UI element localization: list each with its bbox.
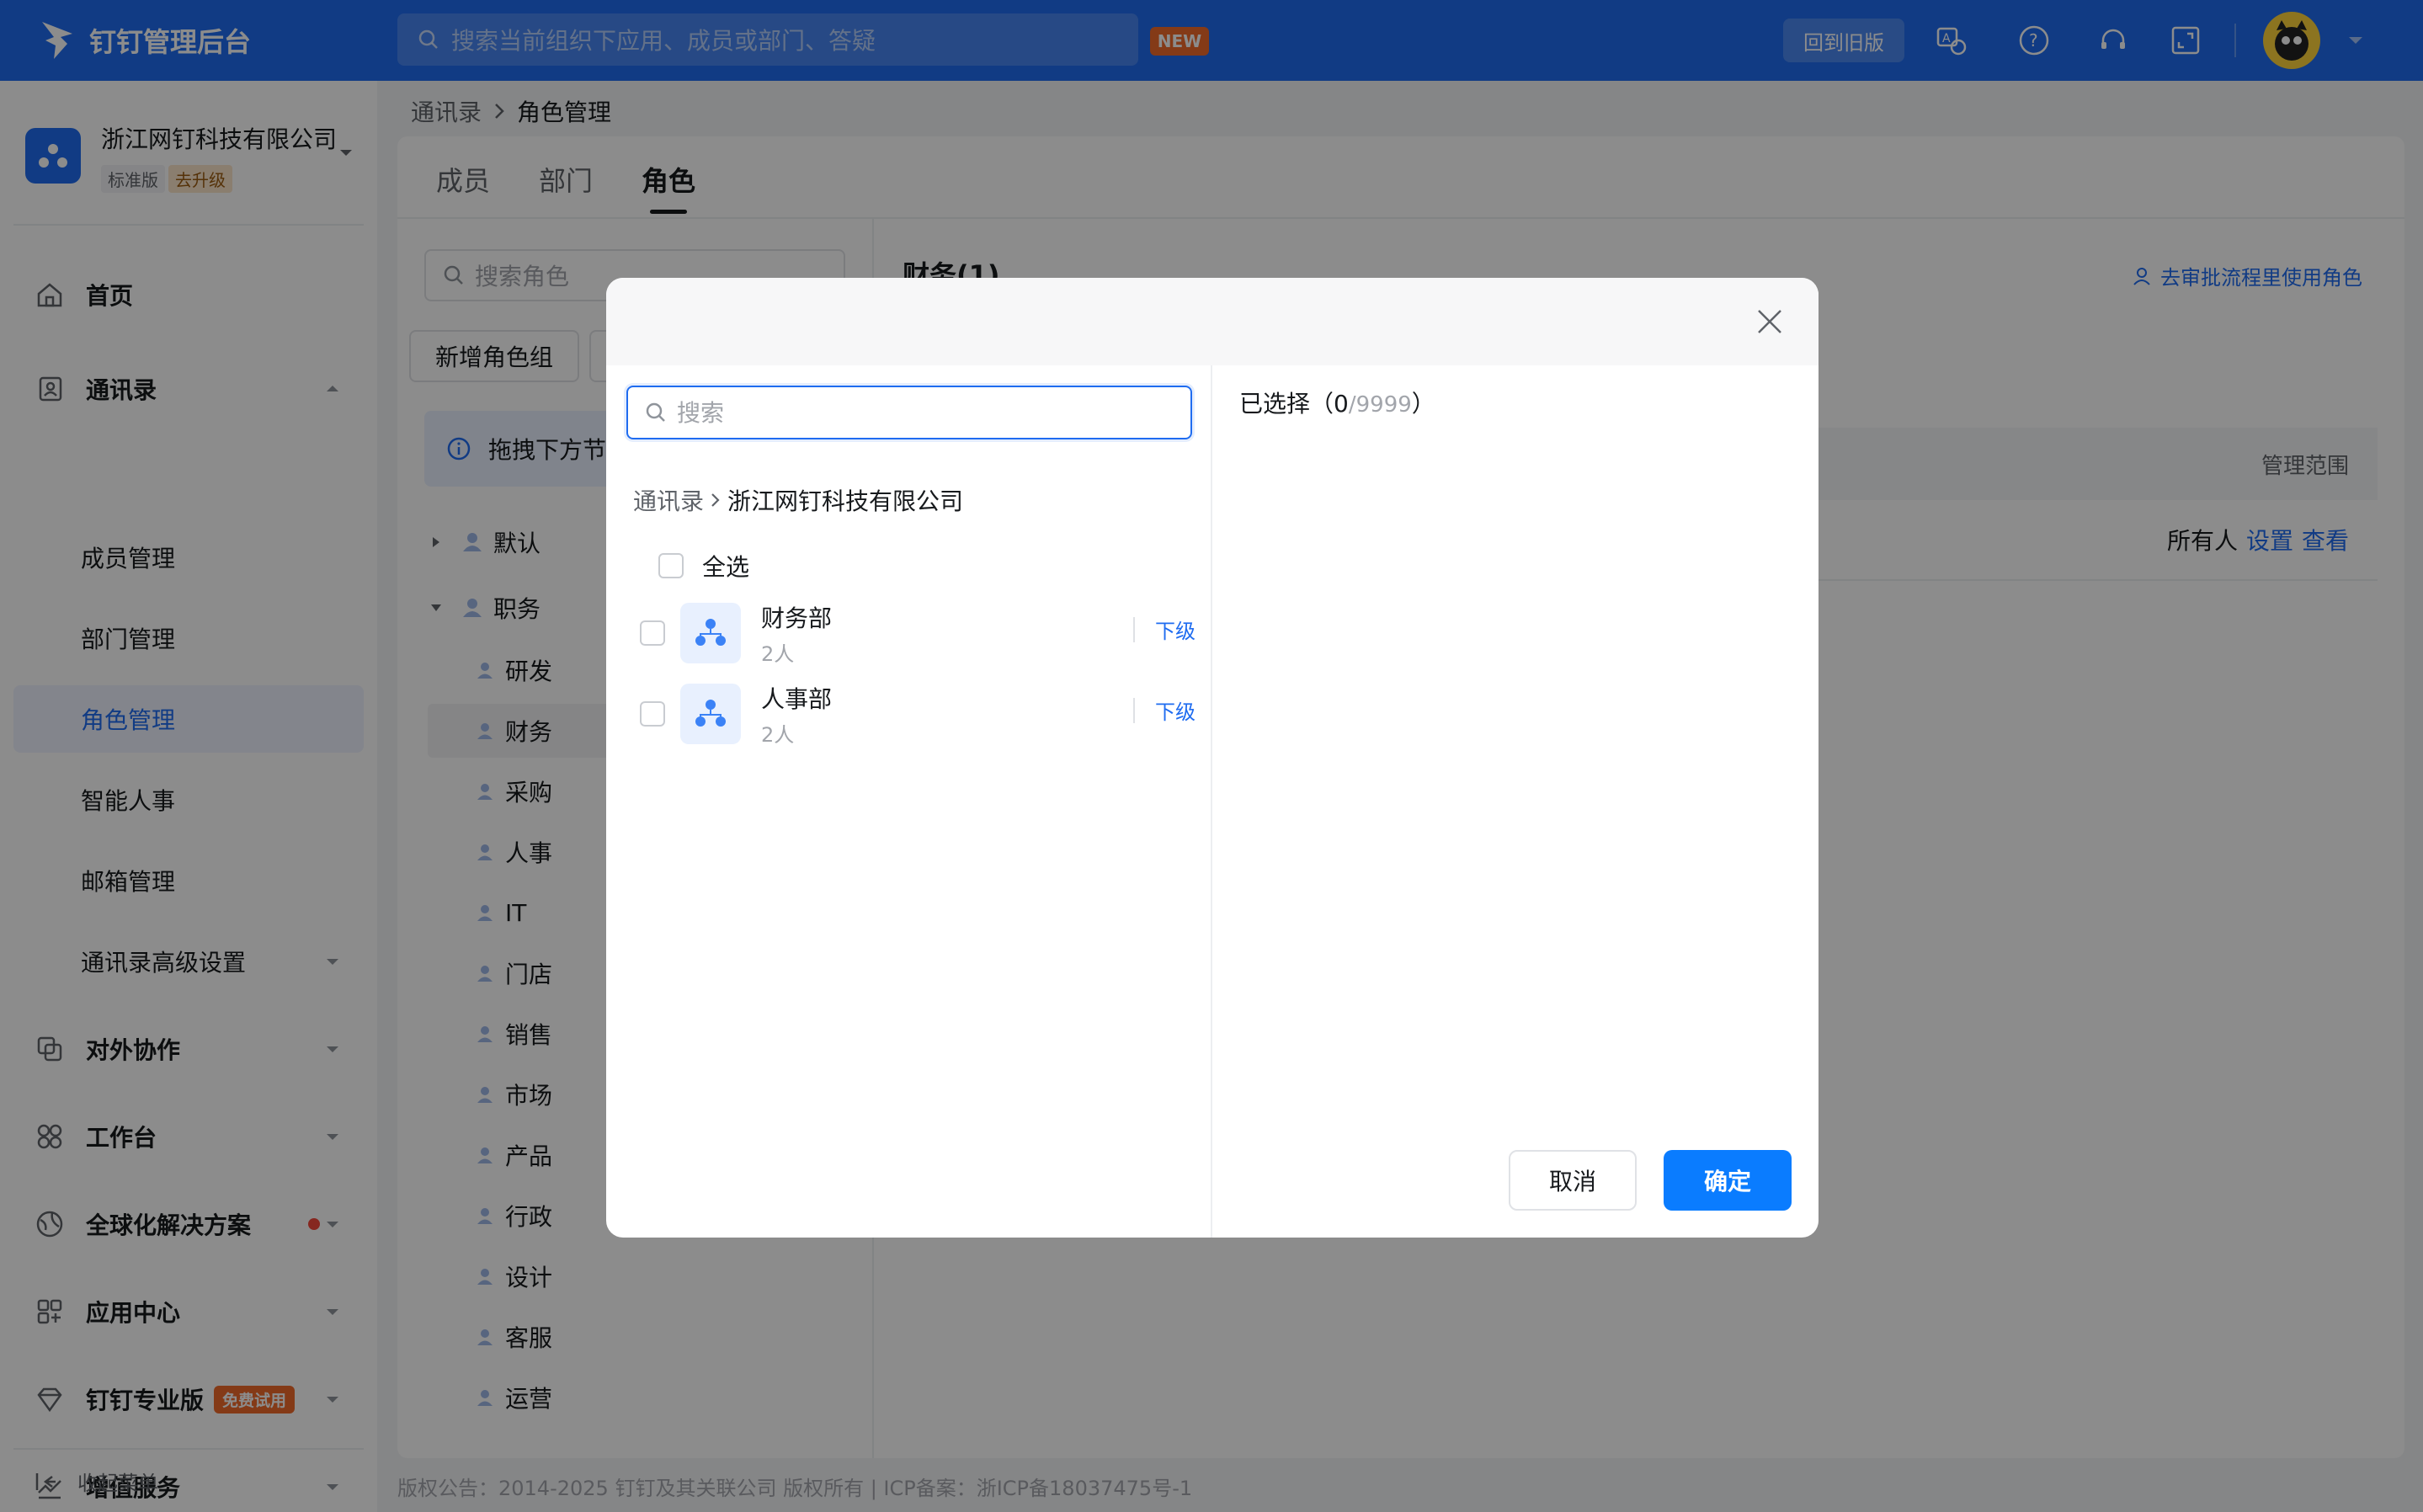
dept-checkbox[interactable] [640,701,665,727]
dialog-breadcrumb: 通讯录 浙江网钉科技有限公司 [633,483,963,517]
selected-suffix: ） [1411,390,1435,418]
subordinate-label: 下级 [1155,700,1196,724]
subordinate-label: 下级 [1155,620,1196,643]
dept-name: 人事部 [761,684,833,713]
dialog-header [606,278,1819,365]
dialog-search[interactable] [626,386,1192,439]
dept-name: 财务部 [761,604,833,632]
selected-max: /9999 [1348,392,1412,418]
search-icon [646,402,665,422]
chevron-right-icon [711,493,720,507]
breadcrumb-item[interactable]: 通讯录 [633,483,704,517]
breadcrumb-current: 浙江网钉科技有限公司 [727,487,964,515]
list-item[interactable]: 财务部 2人 下级 [640,599,1196,667]
selected-prefix: 已选择（ [1239,390,1334,418]
dialog-divider [1211,365,1212,1238]
selected-count: 已选择（ 0 /9999 ） [1239,386,1435,419]
department-icon [680,603,741,663]
close-button[interactable] [1753,305,1787,338]
dept-count: 2人 [761,722,795,747]
select-all-row[interactable]: 全选 [640,549,749,583]
dept-count: 2人 [761,642,795,666]
dialog-search-input[interactable] [677,398,1165,427]
select-all-label: 全选 [702,553,750,581]
select-department-dialog: 通讯录 浙江网钉科技有限公司 全选 财务部 2人 下级 人事部 2人 [606,278,1819,1238]
list-item[interactable]: 人事部 2人 下级 [640,680,1196,748]
confirm-button[interactable]: 确定 [1664,1150,1792,1211]
cancel-button[interactable]: 取消 [1509,1150,1637,1211]
subordinate-link[interactable]: 下级 [1133,615,1196,644]
dept-checkbox[interactable] [640,620,665,646]
department-icon [680,684,741,744]
selected-number: 0 [1334,390,1349,418]
close-icon [1758,310,1781,333]
subordinate-link[interactable]: 下级 [1133,695,1196,725]
select-all-checkbox[interactable] [658,553,684,578]
